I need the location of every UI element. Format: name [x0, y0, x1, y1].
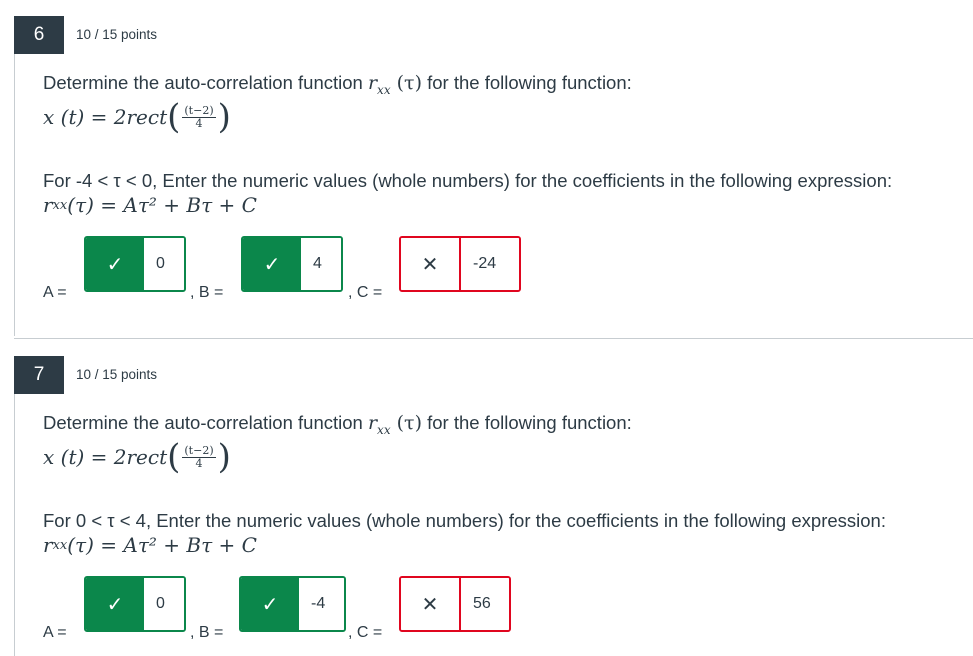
answer-b-field[interactable]: ✓ 4 — [241, 236, 343, 292]
answer-b-value: 4 — [301, 238, 341, 290]
question-border — [14, 394, 15, 656]
answer-a-field[interactable]: ✓ 0 — [84, 576, 186, 632]
check-icon: ✓ — [86, 238, 144, 290]
question-7: 7 10 / 15 points Determine the auto-corr… — [0, 356, 973, 656]
coefficient-expression: r xx (τ) = Aτ² + Bτ + C — [43, 533, 257, 557]
question-prompt: Determine the auto-correlation function … — [43, 412, 632, 437]
question-border — [14, 54, 15, 336]
answer-a-value: 0 — [144, 238, 184, 290]
label-a: A = — [43, 284, 67, 301]
label-c: , C = — [348, 284, 383, 301]
answer-a-value: 0 — [144, 578, 184, 630]
question-divider — [14, 338, 973, 339]
check-icon: ✓ — [241, 578, 299, 630]
label-c: , C = — [348, 624, 383, 641]
check-icon: ✓ — [86, 578, 144, 630]
answer-c-value: 56 — [461, 578, 509, 630]
question-prompt: Determine the auto-correlation function … — [43, 72, 632, 97]
x-icon: ✕ — [401, 578, 461, 630]
label-b: , B = — [190, 284, 224, 301]
range-instructions: For 0 < τ < 4, Enter the numeric values … — [43, 510, 886, 531]
question-6: 6 10 / 15 points Determine the auto-corr… — [0, 16, 973, 336]
label-b: , B = — [190, 624, 224, 641]
question-points: 10 / 15 points — [76, 27, 158, 42]
function-equation: x (t) = 2rect ( (t−2) 4 ) — [43, 437, 231, 477]
answer-b-field[interactable]: ✓ -4 — [239, 576, 346, 632]
question-number: 6 — [14, 16, 64, 54]
question-number: 7 — [14, 356, 64, 394]
answer-b-value: -4 — [299, 578, 344, 630]
label-a: A = — [43, 624, 67, 641]
function-equation: x (t) = 2rect ( (t−2) 4 ) — [43, 97, 231, 137]
answer-c-value: -24 — [461, 238, 519, 290]
question-points: 10 / 15 points — [76, 367, 158, 382]
answer-c-field[interactable]: ✕ -24 — [399, 236, 521, 292]
check-icon: ✓ — [243, 238, 301, 290]
answer-a-field[interactable]: ✓ 0 — [84, 236, 186, 292]
range-instructions: For -4 < τ < 0, Enter the numeric values… — [43, 170, 893, 191]
x-icon: ✕ — [401, 238, 461, 290]
answer-c-field[interactable]: ✕ 56 — [399, 576, 511, 632]
coefficient-expression: r xx (τ) = Aτ² + Bτ + C — [43, 193, 257, 217]
